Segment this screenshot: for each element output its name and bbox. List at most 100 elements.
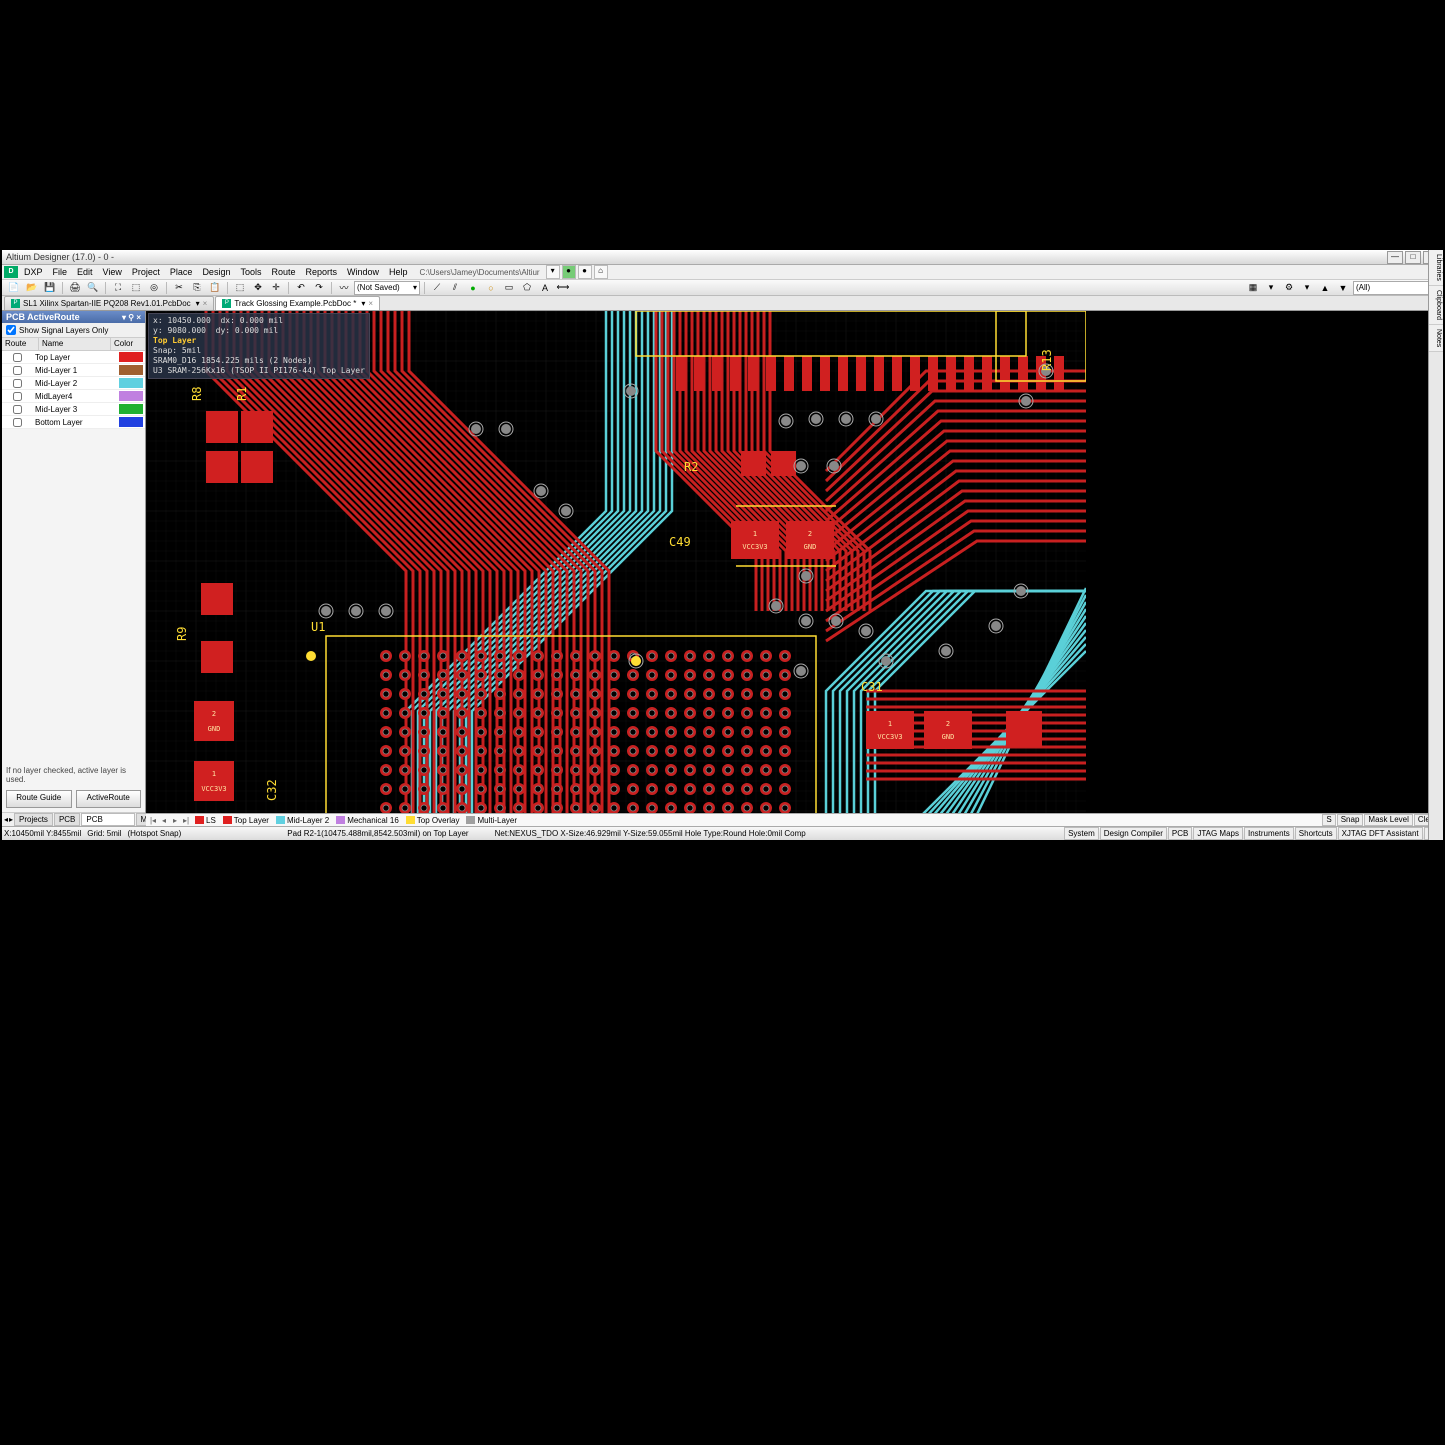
layer-row[interactable]: Mid-Layer 1 — [2, 364, 145, 377]
maximize-button[interactable]: □ — [1405, 251, 1421, 264]
open-icon[interactable]: 📂 — [24, 280, 40, 295]
layer-tab-btn[interactable]: Snap — [1337, 814, 1364, 826]
3d-icon[interactable]: ▲ — [1317, 280, 1333, 295]
menu-help[interactable]: Help — [385, 267, 412, 277]
layer-tabs-first-icon[interactable]: |◂ — [148, 816, 158, 825]
menu-project[interactable]: Project — [128, 267, 164, 277]
menu-file[interactable]: File — [49, 267, 72, 277]
menu-place[interactable]: Place — [166, 267, 197, 277]
layer-color-swatch[interactable] — [119, 391, 143, 401]
dimension-icon[interactable]: ⟷ — [555, 280, 571, 295]
layer-tabs-prev-icon[interactable]: ◂ — [159, 816, 169, 825]
layer-color-swatch[interactable] — [119, 378, 143, 388]
tab-dropdown-icon[interactable]: ▾ — [196, 299, 200, 308]
show-signal-layers-check[interactable]: Show Signal Layers Only — [2, 323, 145, 337]
interactive-route-icon[interactable]: ⟋ — [429, 280, 445, 295]
minimize-button[interactable]: — — [1387, 251, 1403, 264]
layer-tab-btn[interactable]: S — [1322, 814, 1335, 826]
zoom-selected-icon[interactable]: ◎ — [146, 280, 162, 295]
menu-design[interactable]: Design — [198, 267, 234, 277]
dxp-icon[interactable]: D — [4, 266, 18, 278]
tab-projects[interactable]: Projects — [14, 813, 53, 826]
layer-row[interactable]: MidLayer4 — [2, 390, 145, 403]
status-button[interactable]: JTAG Maps — [1193, 827, 1243, 840]
filter-funnel-icon[interactable]: ▼ — [1335, 280, 1351, 295]
panels-menu[interactable]: ▾ — [1263, 280, 1279, 295]
layer-row[interactable]: Bottom Layer — [2, 416, 145, 429]
tab-libraries[interactable]: Libraries — [1429, 250, 1443, 286]
new-icon[interactable]: 📄 — [6, 280, 22, 295]
tab-pcb-activeroute[interactable]: PCB ActiveRoute — [81, 813, 134, 826]
redo-icon[interactable]: ↷ — [311, 280, 327, 295]
pcb-canvas[interactable]: R8R1R2C49R9U1C32C31R131VCC3V32GND2GND1VC… — [146, 311, 1443, 813]
nav-home-icon[interactable]: ⌂ — [594, 265, 608, 279]
via-icon[interactable]: ● — [465, 280, 481, 295]
layer-row[interactable]: Top Layer — [2, 351, 145, 364]
tab-close-icon[interactable]: × — [368, 299, 373, 308]
layer-tab[interactable]: LS — [192, 815, 219, 825]
layer-tabs-last-icon[interactable]: ▸| — [181, 816, 191, 825]
status-button[interactable]: System — [1064, 827, 1099, 840]
diff-pair-icon[interactable]: ⫽ — [447, 280, 463, 295]
status-button[interactable]: PCB — [1168, 827, 1192, 840]
nav-fwd-icon[interactable]: ● — [578, 265, 592, 279]
paste-icon[interactable]: 📋 — [207, 280, 223, 295]
tab-clipboard[interactable]: Clipboard — [1429, 286, 1443, 325]
undo-icon[interactable]: ↶ — [293, 280, 309, 295]
copy-icon[interactable]: ⎘ — [189, 280, 205, 295]
route-icon[interactable]: 〰 — [336, 280, 352, 295]
layer-tab[interactable]: Mechanical 16 — [333, 815, 402, 825]
menu-dxp[interactable]: DXP — [20, 267, 47, 277]
layer-color-swatch[interactable] — [119, 417, 143, 427]
menu-edit[interactable]: Edit — [73, 267, 97, 277]
layer-tab[interactable]: Mid-Layer 2 — [273, 815, 332, 825]
pin-icon[interactable]: ▾ ⚲ × — [122, 313, 141, 322]
layer-tab[interactable]: Multi-Layer — [463, 815, 520, 825]
polygon-icon[interactable]: ⬠ — [519, 280, 535, 295]
nav-back-icon[interactable]: ● — [562, 265, 576, 279]
preview-icon[interactable]: 🔍 — [85, 280, 101, 295]
layer-color-swatch[interactable] — [119, 404, 143, 414]
filter-menu[interactable]: ▾ — [1299, 280, 1315, 295]
layer-color-swatch[interactable] — [119, 352, 143, 362]
panel-title[interactable]: PCB ActiveRoute▾ ⚲ × — [2, 311, 145, 323]
filter-icon[interactable]: ⚙ — [1281, 280, 1297, 295]
zoom-area-icon[interactable]: ⬚ — [128, 280, 144, 295]
tab-notes[interactable]: Notes — [1429, 325, 1443, 352]
layer-color-swatch[interactable] — [119, 365, 143, 375]
active-route-button[interactable]: ActiveRoute — [76, 790, 142, 808]
filter-box[interactable]: (All)▾ — [1353, 281, 1439, 295]
status-button[interactable]: Design Compiler — [1100, 827, 1167, 840]
pad-icon[interactable]: ○ — [483, 280, 499, 295]
menu-view[interactable]: View — [99, 267, 126, 277]
tab-close-icon[interactable]: × — [203, 299, 208, 308]
doc-tab-track-glossing[interactable]: PTrack Glossing Example.PcbDoc *▾× — [215, 296, 380, 310]
menu-route[interactable]: Route — [267, 267, 299, 277]
menu-reports[interactable]: Reports — [302, 267, 342, 277]
layer-tab-btn[interactable]: Mask Level — [1364, 814, 1412, 826]
select-icon[interactable]: ⬚ — [232, 280, 248, 295]
layer-row[interactable]: Mid-Layer 2 — [2, 377, 145, 390]
zoom-fit-icon[interactable]: ⛶ — [110, 280, 126, 295]
status-button[interactable]: Shortcuts — [1295, 827, 1337, 840]
tab-dropdown-icon[interactable]: ▾ — [361, 299, 365, 308]
layer-tab[interactable]: Top Layer — [220, 815, 272, 825]
menu-window[interactable]: Window — [343, 267, 383, 277]
unsaved-combo[interactable]: (Not Saved)▾ — [354, 281, 420, 295]
status-button[interactable]: XJTAG DFT Assistant — [1338, 827, 1423, 840]
fill-icon[interactable]: ▭ — [501, 280, 517, 295]
menu-tools[interactable]: Tools — [236, 267, 265, 277]
doc-tab-sl1[interactable]: PSL1 Xilinx Spartan-IIE PQ208 Rev1.01.Pc… — [4, 296, 214, 310]
status-button[interactable]: Instruments — [1244, 827, 1294, 840]
cut-icon[interactable]: ✂ — [171, 280, 187, 295]
tab-pcb[interactable]: PCB — [54, 813, 80, 826]
string-icon[interactable]: A — [537, 280, 553, 295]
tabs-prev-icon[interactable]: ◂ — [4, 815, 8, 824]
save-icon[interactable]: 💾 — [42, 280, 58, 295]
tabs-next-icon[interactable]: ▸ — [9, 815, 13, 824]
move-icon[interactable]: ✥ — [250, 280, 266, 295]
layer-row[interactable]: Mid-Layer 3 — [2, 403, 145, 416]
layer-tab[interactable]: Top Overlay — [403, 815, 463, 825]
path-dropdown[interactable]: ▾ — [546, 265, 560, 279]
layer-tabs-next-icon[interactable]: ▸ — [170, 816, 180, 825]
